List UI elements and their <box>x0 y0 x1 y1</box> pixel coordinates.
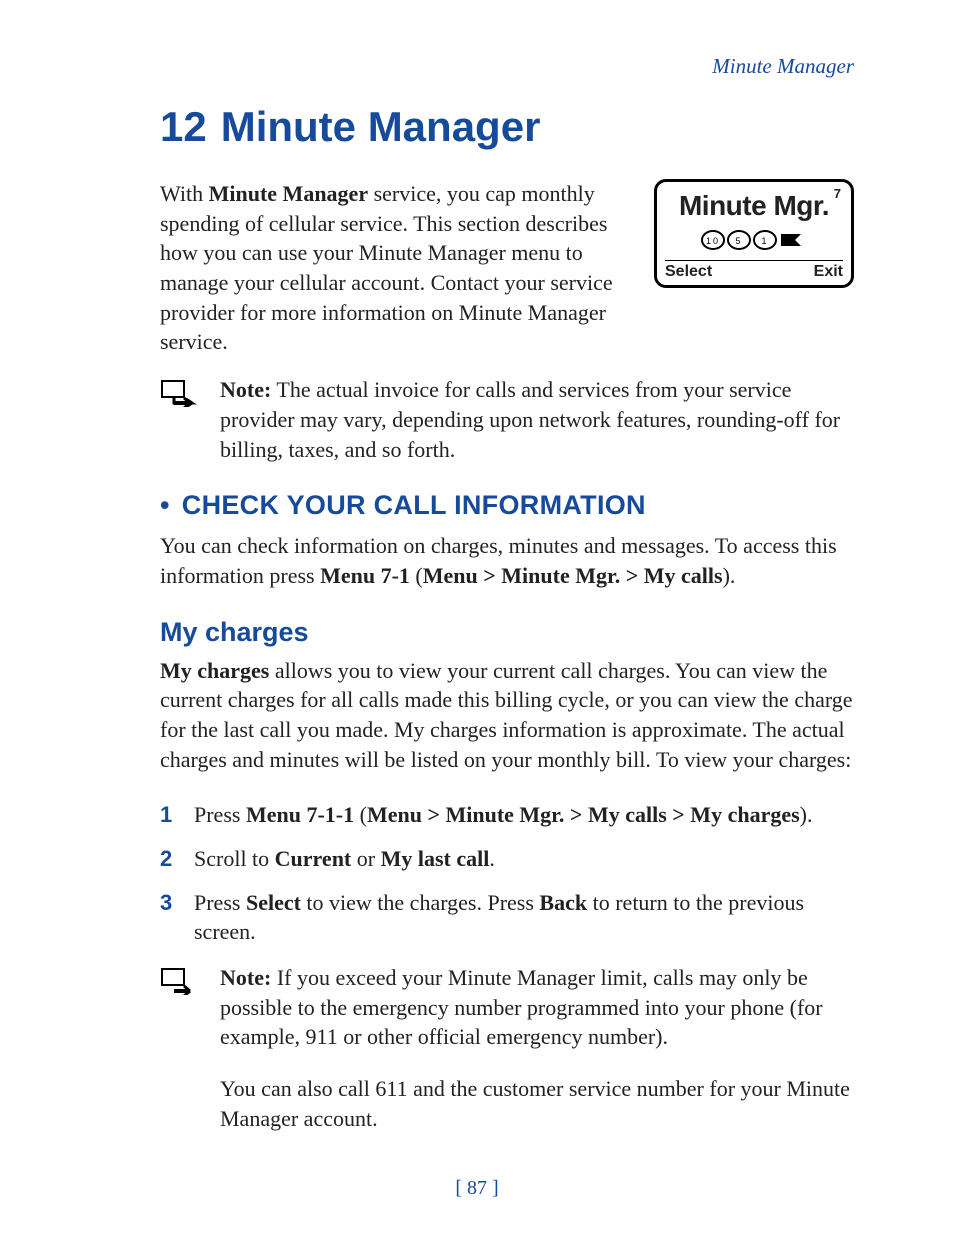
step-number: 2 <box>160 844 176 874</box>
intro-bold: Minute Manager <box>209 181 368 206</box>
t: My last call <box>381 846 490 871</box>
step-item: 3 Press Select to view the charges. Pres… <box>160 888 854 947</box>
t: Menu 7-1-1 <box>246 802 354 827</box>
step-item: 1 Press Menu 7-1-1 (Menu > Minute Mgr. >… <box>160 800 854 830</box>
note-block-2: Note: If you exceed your Minute Manager … <box>160 963 854 1133</box>
note-body: If you exceed your Minute Manager limit,… <box>220 965 823 1049</box>
step-text: Press Select to view the charges. Press … <box>194 888 854 947</box>
phone-screen-title: Minute Mgr. <box>665 190 843 222</box>
phone-icons-row: 10 5 1 <box>665 226 843 258</box>
running-head: Minute Manager <box>160 54 854 79</box>
t: Menu > Minute Mgr. > My calls > My charg… <box>367 802 800 827</box>
note-block-1: Note: The actual invoice for calls and s… <box>160 375 854 464</box>
step-number: 3 <box>160 888 176 947</box>
t: ). <box>723 563 736 588</box>
softkey-left: Select <box>665 263 712 281</box>
note-label: Note: <box>220 965 271 990</box>
phone-screenshot: 7 Minute Mgr. 10 5 1 Select Exit <box>654 179 854 288</box>
section-title: CHECK YOUR CALL INFORMATION <box>182 490 646 520</box>
note-extra: You can also call 611 and the customer s… <box>220 1074 854 1133</box>
note-text-1: Note: The actual invoice for calls and s… <box>220 375 854 464</box>
step-text: Scroll to Current or My last call. <box>194 844 495 874</box>
t: Menu > Minute Mgr. > My calls <box>423 563 723 588</box>
chapter-name: Minute Manager <box>221 103 541 150</box>
intro-post: service, you cap monthly spending of cel… <box>160 181 613 354</box>
t: Scroll to <box>194 846 275 871</box>
note-icon <box>160 375 200 412</box>
t: ). <box>800 802 813 827</box>
t: or <box>351 846 380 871</box>
t: Select <box>246 890 301 915</box>
chapter-number: 12 <box>160 103 207 150</box>
intro-paragraph: With Minute Manager service, you cap mon… <box>160 179 634 357</box>
intro-pre: With <box>160 181 209 206</box>
subsection-body: My charges allows you to view your curre… <box>160 656 854 775</box>
note-body: The actual invoice for calls and service… <box>220 377 840 461</box>
subsection-heading: My charges <box>160 617 854 648</box>
step-item: 2 Scroll to Current or My last call. <box>160 844 854 874</box>
note-label: Note: <box>220 377 271 402</box>
t: . <box>489 846 495 871</box>
section-heading: • CHECK YOUR CALL INFORMATION <box>160 490 854 521</box>
t: Current <box>275 846 352 871</box>
section-body: You can check information on charges, mi… <box>160 531 854 590</box>
note-text-2: Note: If you exceed your Minute Manager … <box>220 963 854 1133</box>
t: Back <box>539 890 587 915</box>
softkey-right: Exit <box>814 263 843 281</box>
svg-text:10: 10 <box>706 236 720 246</box>
note-icon <box>160 963 200 1000</box>
chapter-title: 12 Minute Manager <box>160 103 854 151</box>
intro-block: With Minute Manager service, you cap mon… <box>160 179 854 357</box>
page-number: [ 87 ] <box>0 1177 954 1200</box>
step-number: 1 <box>160 800 176 830</box>
t: ( <box>410 563 423 588</box>
svg-text:5: 5 <box>735 236 742 246</box>
t: My charges <box>160 658 269 683</box>
t: ( <box>354 802 367 827</box>
phone-menu-number: 7 <box>834 186 841 201</box>
t: Menu 7-1 <box>320 563 410 588</box>
phone-softkeys: Select Exit <box>665 260 843 281</box>
svg-text:1: 1 <box>761 236 768 246</box>
t: Press <box>194 802 246 827</box>
t: Press <box>194 890 246 915</box>
t: to view the charges. Press <box>301 890 540 915</box>
steps-list: 1 Press Menu 7-1-1 (Menu > Minute Mgr. >… <box>160 800 854 947</box>
section-bullet: • <box>160 490 170 520</box>
step-text: Press Menu 7-1-1 (Menu > Minute Mgr. > M… <box>194 800 813 830</box>
